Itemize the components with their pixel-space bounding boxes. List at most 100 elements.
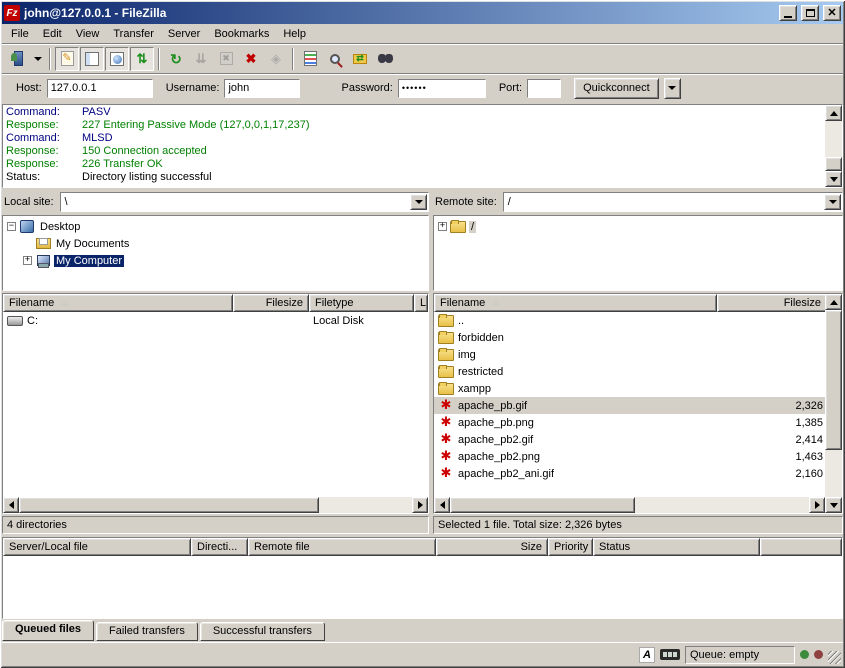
log-line-text: 150 Connection accepted bbox=[82, 145, 207, 158]
local-site-combobox[interactable]: \ bbox=[60, 192, 429, 212]
log-scrollbar[interactable] bbox=[825, 105, 842, 187]
collapse-icon[interactable]: − bbox=[7, 222, 16, 231]
scroll-track bbox=[825, 121, 842, 157]
site-manager-dropdown-button[interactable] bbox=[31, 47, 45, 71]
menu-item-edit[interactable]: Edit bbox=[36, 26, 69, 42]
password-label: Password: bbox=[341, 82, 392, 94]
queue-status-text: Queue: empty bbox=[685, 646, 795, 664]
queue-column-header-directi-[interactable]: Directi... bbox=[191, 538, 248, 556]
column-header-filename[interactable]: Filename bbox=[3, 294, 233, 312]
filename-cell: apache_pb2.png bbox=[434, 448, 717, 465]
queue-column-header-priority[interactable]: Priority bbox=[548, 538, 593, 556]
column-header-filesize[interactable]: Filesize bbox=[233, 294, 309, 312]
menu-item-server[interactable]: Server bbox=[161, 26, 207, 42]
expand-icon[interactable]: + bbox=[438, 222, 447, 231]
scroll-right-button[interactable] bbox=[412, 497, 428, 513]
toggle-remote-tree-button[interactable] bbox=[105, 47, 129, 71]
toggle-transfer-queue-button[interactable]: ⇅ bbox=[130, 47, 154, 71]
maximize-button[interactable] bbox=[801, 5, 819, 21]
scroll-down-button[interactable] bbox=[825, 171, 842, 187]
column-header-filesize[interactable]: Filesize bbox=[717, 294, 827, 312]
file-row[interactable]: .. bbox=[434, 312, 825, 329]
scroll-right-button[interactable] bbox=[809, 497, 825, 513]
scroll-thumb[interactable] bbox=[19, 497, 319, 513]
file-row[interactable]: img bbox=[434, 346, 825, 363]
port-input[interactable] bbox=[527, 79, 561, 98]
column-header-label: Server/Local file bbox=[9, 541, 88, 553]
scroll-left-button[interactable] bbox=[3, 497, 19, 513]
file-row[interactable]: xampp bbox=[434, 380, 825, 397]
file-row[interactable]: apache_pb2.gif2,414 bbox=[434, 431, 825, 448]
minimize-button[interactable] bbox=[779, 5, 797, 21]
file-row[interactable]: apache_pb.gif2,326 bbox=[434, 397, 825, 414]
tree-item-desktop[interactable]: −Desktop bbox=[5, 218, 426, 235]
queue-column-header-server-local-file[interactable]: Server/Local file bbox=[3, 538, 191, 556]
local-pane: Local site: \ −DesktopMy Documents+My Co… bbox=[2, 191, 429, 534]
refresh-button[interactable]: ↻ bbox=[164, 47, 188, 71]
close-button[interactable]: ✕ bbox=[823, 5, 841, 21]
column-header-label: Status bbox=[599, 541, 630, 553]
host-input[interactable]: 127.0.0.1 bbox=[47, 79, 153, 98]
username-label: Username: bbox=[166, 82, 220, 94]
tab-failed-transfers[interactable]: Failed transfers bbox=[96, 622, 198, 641]
local-site-label: Local site: bbox=[2, 196, 56, 208]
filename-filters-button[interactable] bbox=[298, 47, 322, 71]
toggle-local-tree-button[interactable] bbox=[80, 47, 104, 71]
file-row[interactable]: apache_pb.png1,385 bbox=[434, 414, 825, 431]
expand-icon[interactable]: + bbox=[23, 256, 32, 265]
tree-item-my-documents[interactable]: My Documents bbox=[5, 235, 426, 252]
tab-queued-files[interactable]: Queued files bbox=[2, 620, 94, 641]
remote-vscrollbar[interactable] bbox=[825, 294, 842, 513]
menu-item-view[interactable]: View bbox=[69, 26, 107, 42]
column-header-label: Directi... bbox=[197, 541, 237, 553]
file-row[interactable]: apache_pb2.png1,463 bbox=[434, 448, 825, 465]
image-file-icon bbox=[438, 416, 454, 430]
scroll-thumb[interactable] bbox=[825, 310, 842, 450]
scroll-up-button[interactable] bbox=[825, 105, 842, 121]
tree-item--[interactable]: +/ bbox=[436, 218, 840, 235]
menu-item-bookmarks[interactable]: Bookmarks bbox=[207, 26, 276, 42]
scroll-thumb[interactable] bbox=[825, 157, 842, 171]
disconnect-button[interactable]: ✖ bbox=[239, 47, 263, 71]
toggle-message-log-button[interactable] bbox=[55, 47, 79, 71]
tree-item-my-computer[interactable]: +My Computer bbox=[5, 252, 426, 269]
scroll-down-button[interactable] bbox=[825, 497, 842, 513]
directory-comparison-button[interactable] bbox=[323, 47, 347, 71]
file-row[interactable]: restricted bbox=[434, 363, 825, 380]
chevron-down-icon bbox=[34, 57, 42, 61]
synchronized-browsing-button[interactable] bbox=[348, 47, 372, 71]
queue-body bbox=[3, 556, 842, 618]
quickconnect-button[interactable]: Quickconnect bbox=[574, 78, 659, 99]
file-row[interactable]: C:Local Disk bbox=[3, 312, 428, 329]
remote-site-dropdown-button[interactable] bbox=[824, 194, 841, 210]
queue-column-header-size[interactable]: Size bbox=[436, 538, 548, 556]
quickconnect-dropdown-button[interactable] bbox=[664, 78, 681, 99]
triangle-up-icon bbox=[830, 300, 838, 305]
tab-successful-transfers[interactable]: Successful transfers bbox=[200, 622, 325, 641]
column-header-filename[interactable]: Filename bbox=[434, 294, 717, 312]
site-manager-button[interactable] bbox=[6, 47, 30, 71]
remote-hscrollbar[interactable] bbox=[434, 497, 825, 513]
username-input[interactable]: john bbox=[224, 79, 300, 98]
menu-item-help[interactable]: Help bbox=[276, 26, 313, 42]
menu-item-transfer[interactable]: Transfer bbox=[106, 26, 161, 42]
password-input[interactable]: •••••• bbox=[398, 79, 486, 98]
file-row[interactable]: apache_pb2_ani.gif2,160 bbox=[434, 465, 825, 482]
local-hscrollbar[interactable] bbox=[3, 497, 428, 513]
remote-site-combobox[interactable]: / bbox=[503, 192, 843, 212]
scroll-up-button[interactable] bbox=[825, 294, 842, 310]
resize-grip[interactable] bbox=[828, 651, 841, 664]
file-row[interactable]: forbidden bbox=[434, 329, 825, 346]
folder-icon bbox=[438, 365, 454, 379]
scroll-thumb[interactable] bbox=[450, 497, 635, 513]
column-header-l[interactable]: L bbox=[414, 294, 428, 312]
local-site-dropdown-button[interactable] bbox=[410, 194, 427, 210]
queue-column-header-remote-file[interactable]: Remote file bbox=[248, 538, 436, 556]
menu-item-file[interactable]: File bbox=[4, 26, 36, 42]
scroll-left-button[interactable] bbox=[434, 497, 450, 513]
queue-column-header-status[interactable]: Status bbox=[593, 538, 760, 556]
column-header-filetype[interactable]: Filetype bbox=[309, 294, 414, 312]
log-line: Command:PASV bbox=[6, 106, 822, 119]
find-files-button[interactable] bbox=[373, 47, 397, 71]
triangle-left-icon bbox=[440, 501, 445, 509]
